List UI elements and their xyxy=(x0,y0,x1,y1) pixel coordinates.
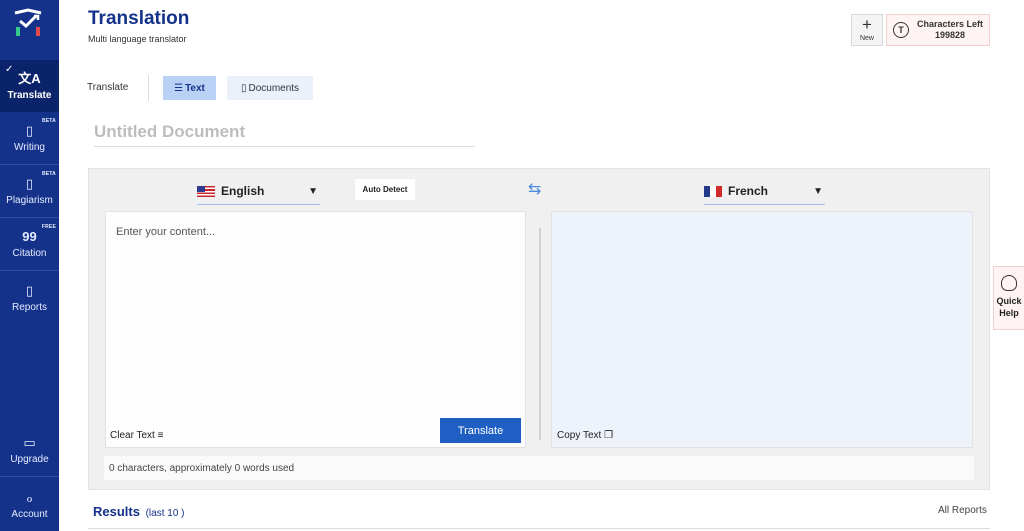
translate-button[interactable]: Translate xyxy=(440,418,521,443)
chevron-down-icon: ▼ xyxy=(308,185,318,197)
tab-documents[interactable]: ▯ Documents xyxy=(227,76,313,100)
results-divider xyxy=(88,528,990,529)
sidebar-item-translate[interactable]: ✓ 文A Translate xyxy=(0,60,59,112)
quick-help-button[interactable]: Quick Help xyxy=(993,266,1024,330)
quote-icon: 99 xyxy=(22,229,37,244)
copy-text-button[interactable]: Copy Text ❐ xyxy=(557,430,613,441)
tab-documents-label: Documents xyxy=(248,82,300,94)
tab-text-label: Text xyxy=(185,82,205,94)
sidebar-item-label: Translate xyxy=(7,89,52,101)
app-root: ✓ 文A Translate BETA ▯ Writing BETA ▯ Pla… xyxy=(0,0,1024,531)
results-subtitle: (last 10 ) xyxy=(145,508,185,519)
sidebar-item-label: Reports xyxy=(11,301,47,313)
auto-detect-button[interactable]: Auto Detect xyxy=(355,179,415,200)
target-text-area[interactable]: Copy Text ❐ xyxy=(551,211,973,448)
sidebar-item-label: Account xyxy=(11,508,48,520)
clear-icon: ≡ xyxy=(157,430,164,441)
source-text-area: Clear Text ≡ Translate xyxy=(105,211,526,448)
sidebar-item-account[interactable]: ℴ Account xyxy=(0,479,59,531)
beta-badge: BETA xyxy=(41,118,56,124)
target-language-label: French xyxy=(728,184,769,198)
target-language-select[interactable]: French ▼ xyxy=(704,178,825,205)
card-icon: ▭ xyxy=(23,435,36,450)
results-title: Results xyxy=(93,504,140,519)
new-button-label: New xyxy=(859,35,874,42)
characters-left-text: Characters Left 199828 xyxy=(917,19,983,41)
characters-left-box: T Characters Left 199828 xyxy=(886,14,990,46)
clear-text-button[interactable]: Clear Text ≡ xyxy=(110,430,163,441)
copy-text-label: Copy Text xyxy=(557,430,602,441)
tabs-divider xyxy=(148,75,149,101)
all-reports-link[interactable]: All Reports xyxy=(938,505,987,516)
document-icon: ▯ xyxy=(240,82,247,94)
text-icon: ☰ xyxy=(174,82,184,94)
new-button[interactable]: + New xyxy=(851,14,883,46)
word-count-bar: 0 characters, approximately 0 words used xyxy=(104,456,974,480)
check-icon: ✓ xyxy=(5,64,14,75)
sidebar-item-plagiarism[interactable]: BETA ▯ Plagiarism xyxy=(0,166,59,218)
sidebar-item-label: Plagiarism xyxy=(6,195,53,206)
results-heading: Results (last 10 ) xyxy=(93,504,185,519)
page-subtitle: Multi language translator xyxy=(88,34,187,44)
page-title: Translation xyxy=(88,8,190,29)
quick-help-line1: Quick xyxy=(996,296,1022,306)
sidebar-item-writing[interactable]: BETA ▯ Writing xyxy=(0,113,59,165)
sidebar-item-upgrade[interactable]: ▭ Upgrade xyxy=(0,425,59,477)
plagiarism-icon: ▯ xyxy=(25,176,34,191)
tab-text[interactable]: ☰ Text xyxy=(163,76,216,100)
plus-icon: + xyxy=(862,15,872,34)
account-icon: ℴ xyxy=(26,489,33,505)
app-logo[interactable] xyxy=(12,7,44,39)
sidebar-item-label: Writing xyxy=(14,142,45,153)
translate-icon: 文A xyxy=(18,70,41,86)
token-icon: T xyxy=(893,22,909,38)
sidebar-item-label: Upgrade xyxy=(10,454,49,465)
help-icon xyxy=(1001,275,1017,291)
us-flag-icon xyxy=(197,185,215,197)
clear-text-label: Clear Text xyxy=(110,430,155,441)
source-text-input[interactable] xyxy=(106,212,525,412)
reports-icon: ▯ xyxy=(25,282,34,298)
writing-icon: ▯ xyxy=(25,123,34,138)
characters-left-label: Characters Left xyxy=(917,19,984,29)
beta-badge: BETA xyxy=(41,171,56,177)
swap-languages-icon[interactable]: ⇆ xyxy=(528,179,541,199)
document-title[interactable]: Untitled Document xyxy=(94,122,475,147)
source-language-select[interactable]: English ▼ xyxy=(197,178,320,205)
quick-help-label: Quick Help xyxy=(996,295,1021,319)
copy-icon: ❐ xyxy=(604,430,614,441)
panel-divider[interactable] xyxy=(539,228,541,440)
sidebar-item-reports[interactable]: ▯ Reports xyxy=(0,272,59,324)
tabs-label: Translate xyxy=(87,82,129,93)
quick-help-line2: Help xyxy=(999,308,1019,318)
sidebar: ✓ 文A Translate BETA ▯ Writing BETA ▯ Pla… xyxy=(0,0,59,531)
characters-left-value: 199828 xyxy=(934,30,966,40)
source-language-label: English xyxy=(221,184,265,198)
fr-flag-icon xyxy=(704,185,722,197)
sidebar-item-label: Citation xyxy=(12,248,47,259)
chevron-down-icon: ▼ xyxy=(813,185,823,197)
sidebar-item-citation[interactable]: FREE 99 Citation xyxy=(0,219,59,271)
free-badge: FREE xyxy=(41,224,56,230)
